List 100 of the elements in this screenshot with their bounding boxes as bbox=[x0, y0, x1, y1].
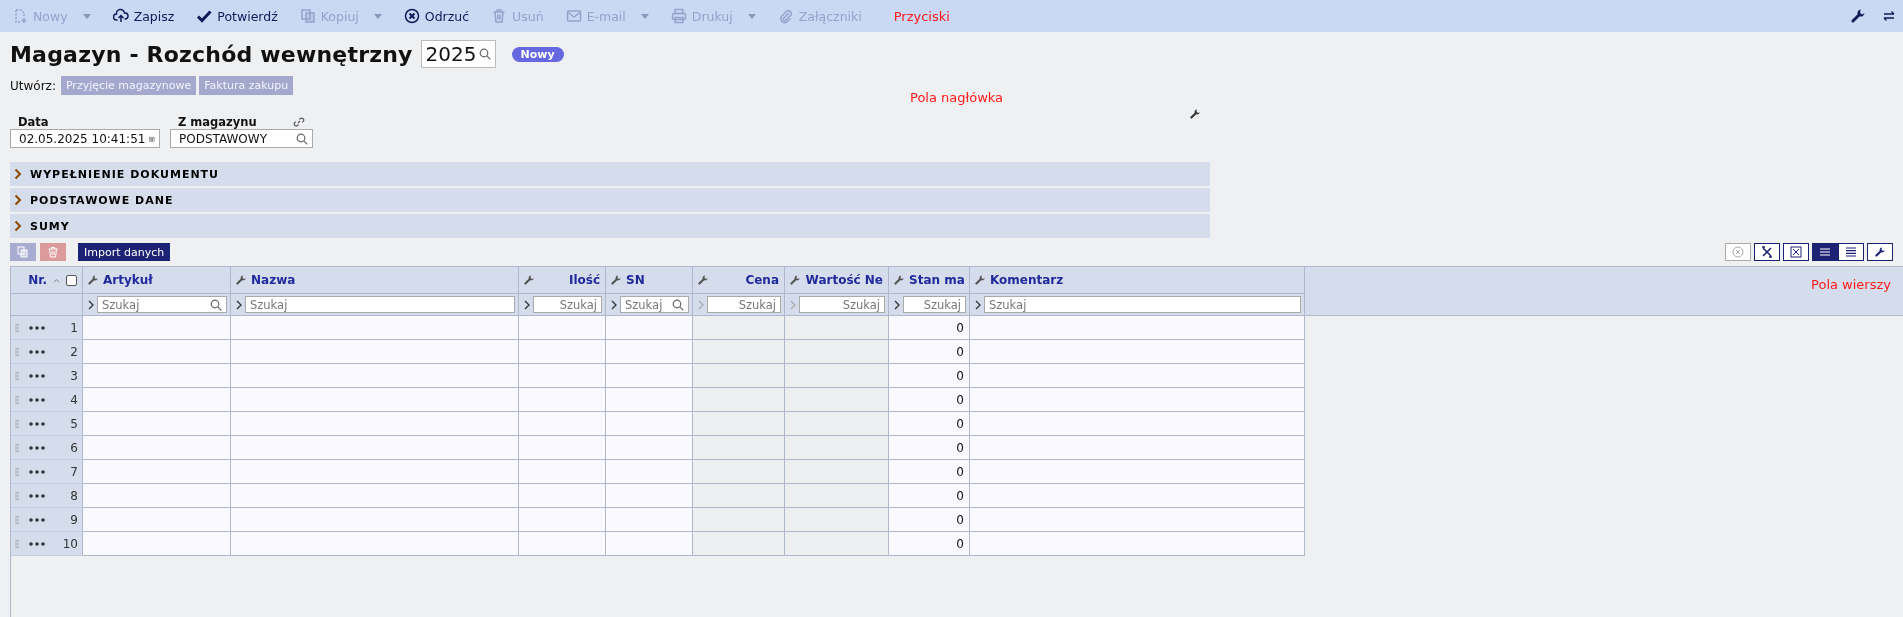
column-header[interactable]: Stan ma bbox=[909, 273, 965, 287]
chevron-icon[interactable] bbox=[975, 299, 981, 310]
select-all-checkbox[interactable] bbox=[66, 274, 77, 286]
table-cell[interactable] bbox=[519, 364, 606, 388]
wrench-icon[interactable] bbox=[1851, 9, 1865, 23]
table-cell[interactable] bbox=[785, 388, 889, 412]
row-menu-icon[interactable] bbox=[29, 517, 45, 522]
table-cell[interactable] bbox=[606, 316, 693, 340]
table-cell[interactable] bbox=[693, 532, 785, 556]
row-menu-icon[interactable] bbox=[29, 397, 45, 402]
table-cell[interactable] bbox=[785, 532, 889, 556]
table-cell[interactable] bbox=[83, 484, 231, 508]
table-cell[interactable]: 0 bbox=[889, 412, 970, 436]
table-cell[interactable] bbox=[606, 532, 693, 556]
column-header[interactable]: Wartość Ne bbox=[805, 273, 883, 287]
column-header[interactable]: Nr. bbox=[28, 273, 47, 287]
table-cell[interactable] bbox=[785, 460, 889, 484]
filter-field[interactable]: Szukaj bbox=[707, 296, 781, 313]
drag-handle-icon[interactable] bbox=[15, 371, 19, 380]
filter-field[interactable]: Szukaj bbox=[984, 296, 1301, 313]
table-cell[interactable] bbox=[693, 388, 785, 412]
table-cell[interactable] bbox=[970, 436, 1305, 460]
table-cell[interactable] bbox=[519, 508, 606, 532]
expand-button[interactable] bbox=[1783, 243, 1809, 261]
filter-field[interactable]: Szukaj bbox=[903, 296, 966, 313]
lookup-field[interactable]: PODSTAWOWY bbox=[170, 129, 313, 148]
table-cell[interactable] bbox=[693, 460, 785, 484]
wrench-icon[interactable] bbox=[1875, 247, 1885, 257]
date-field[interactable]: 02.05.2025 10:41:51 bbox=[10, 129, 160, 148]
table-cell[interactable] bbox=[519, 388, 606, 412]
drag-handle-icon[interactable] bbox=[15, 395, 19, 404]
filter-field[interactable]: Szukaj bbox=[245, 296, 515, 313]
chevron-icon[interactable] bbox=[88, 299, 94, 310]
table-cell[interactable] bbox=[693, 340, 785, 364]
table-cell[interactable] bbox=[83, 508, 231, 532]
column-header[interactable]: Artykuł bbox=[103, 273, 153, 287]
table-cell[interactable] bbox=[231, 484, 519, 508]
table-cell[interactable] bbox=[785, 316, 889, 340]
table-cell[interactable] bbox=[970, 484, 1305, 508]
chevron-icon[interactable] bbox=[524, 299, 530, 310]
section-header[interactable]: WYPEŁNIENIE DOKUMENTU bbox=[10, 162, 1210, 186]
swap-arrows-icon[interactable] bbox=[1883, 10, 1895, 22]
table-cell[interactable] bbox=[693, 508, 785, 532]
import-button[interactable]: Import danych bbox=[78, 243, 171, 261]
table-cell[interactable] bbox=[970, 340, 1305, 364]
table-cell[interactable] bbox=[606, 508, 693, 532]
table-cell[interactable] bbox=[785, 412, 889, 436]
table-cell[interactable] bbox=[519, 484, 606, 508]
table-cell[interactable]: 0 bbox=[889, 484, 970, 508]
wrench-icon[interactable] bbox=[1190, 109, 1200, 119]
column-header[interactable]: Komentarz bbox=[990, 273, 1064, 287]
drag-handle-icon[interactable] bbox=[15, 323, 19, 332]
toolbar-button[interactable]: Zapisz bbox=[108, 6, 179, 26]
toolbar-button[interactable]: Potwierdź bbox=[192, 6, 282, 26]
row-menu-icon[interactable] bbox=[29, 373, 45, 378]
link-icon[interactable] bbox=[293, 116, 305, 128]
chevron-icon[interactable] bbox=[611, 299, 617, 310]
table-cell[interactable] bbox=[519, 412, 606, 436]
table-cell[interactable] bbox=[606, 340, 693, 364]
table-cell[interactable]: 0 bbox=[889, 388, 970, 412]
row-menu-icon[interactable] bbox=[29, 541, 45, 546]
delete-rows-button[interactable] bbox=[40, 243, 66, 261]
number-field[interactable]: 2025 bbox=[420, 40, 496, 68]
table-cell[interactable]: 0 bbox=[889, 508, 970, 532]
table-cell[interactable] bbox=[519, 340, 606, 364]
excel-button[interactable] bbox=[1754, 243, 1780, 261]
chevron-icon[interactable] bbox=[236, 299, 242, 310]
column-header[interactable]: Ilość bbox=[568, 273, 600, 287]
section-header[interactable]: SUMY bbox=[10, 214, 1210, 238]
view-mode-button[interactable] bbox=[1838, 243, 1864, 261]
table-cell[interactable] bbox=[519, 532, 606, 556]
table-cell[interactable] bbox=[231, 532, 519, 556]
drag-handle-icon[interactable] bbox=[15, 443, 19, 452]
table-cell[interactable] bbox=[231, 412, 519, 436]
table-cell[interactable] bbox=[519, 316, 606, 340]
table-cell[interactable] bbox=[606, 436, 693, 460]
drag-handle-icon[interactable] bbox=[15, 347, 19, 356]
toolbar-button[interactable]: Odrzuć bbox=[399, 6, 474, 26]
row-menu-icon[interactable] bbox=[29, 445, 45, 450]
filter-field[interactable]: Szukaj bbox=[799, 296, 885, 313]
table-cell[interactable]: 0 bbox=[889, 532, 970, 556]
table-cell[interactable] bbox=[231, 340, 519, 364]
table-cell[interactable] bbox=[83, 316, 231, 340]
table-cell[interactable] bbox=[785, 484, 889, 508]
row-menu-icon[interactable] bbox=[29, 421, 45, 426]
row-menu-icon[interactable] bbox=[29, 325, 45, 330]
table-cell[interactable] bbox=[606, 364, 693, 388]
table-cell[interactable] bbox=[970, 460, 1305, 484]
table-cell[interactable] bbox=[231, 460, 519, 484]
copy-rows-button[interactable] bbox=[10, 243, 36, 261]
table-cell[interactable] bbox=[785, 508, 889, 532]
table-cell[interactable] bbox=[83, 436, 231, 460]
table-cell[interactable] bbox=[519, 460, 606, 484]
table-cell[interactable]: 0 bbox=[889, 340, 970, 364]
table-cell[interactable] bbox=[83, 388, 231, 412]
settings-button[interactable] bbox=[1867, 243, 1893, 261]
drag-handle-icon[interactable] bbox=[15, 515, 19, 524]
table-cell[interactable]: 0 bbox=[889, 316, 970, 340]
drag-handle-icon[interactable] bbox=[15, 467, 19, 476]
table-cell[interactable]: 0 bbox=[889, 460, 970, 484]
